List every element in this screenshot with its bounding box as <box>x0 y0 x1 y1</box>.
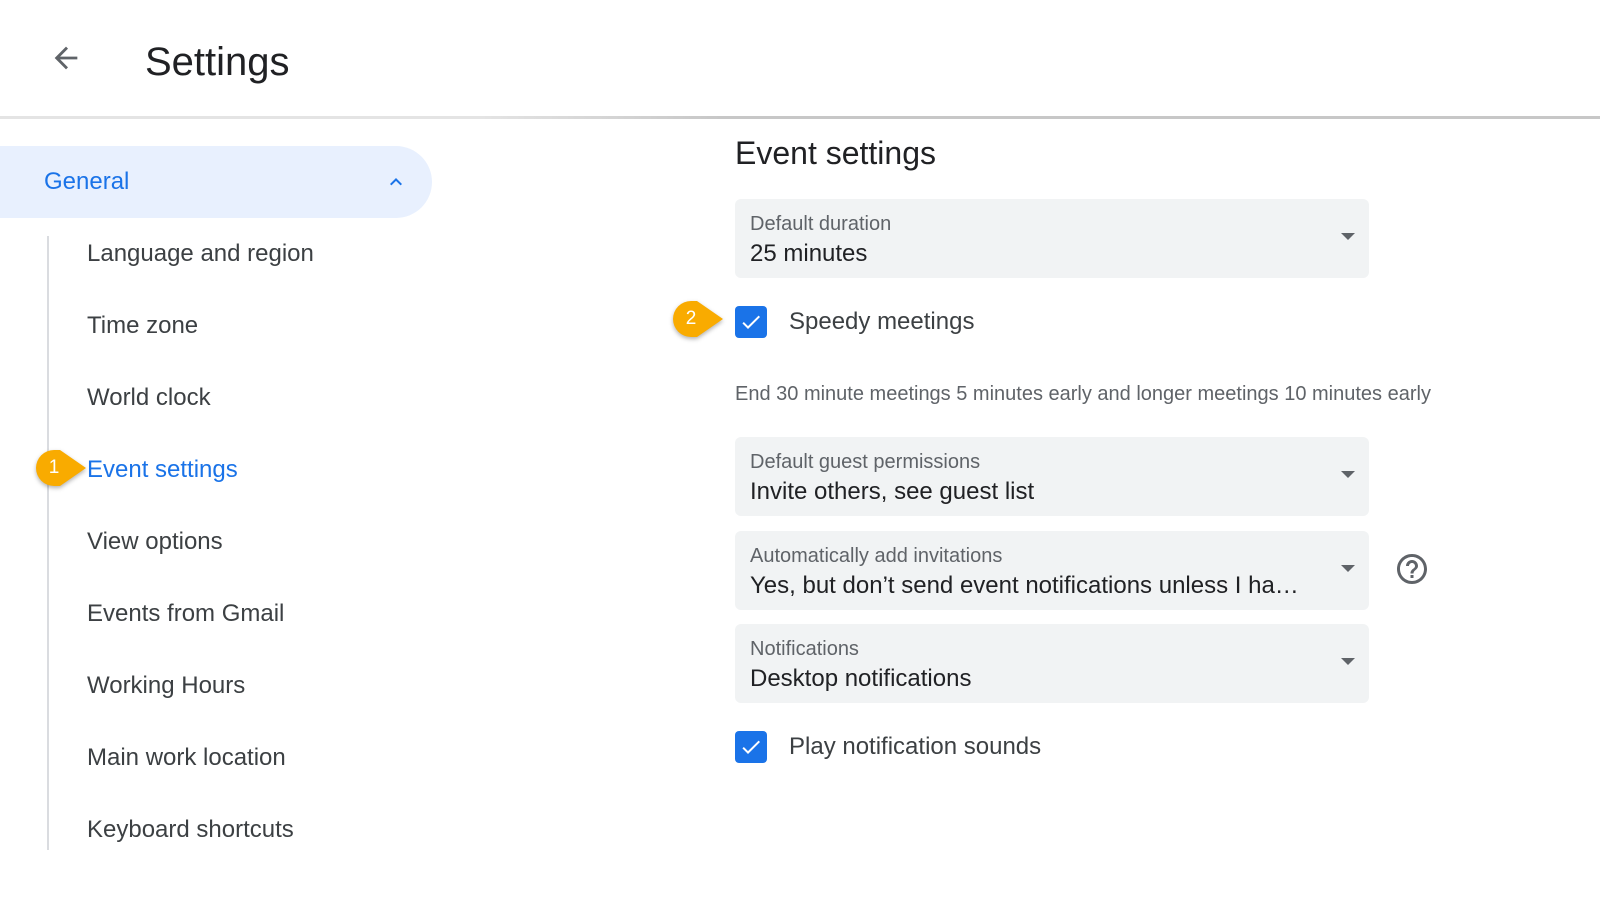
check-icon <box>742 315 760 329</box>
sidebar-item-main-work-location[interactable]: Main work location <box>87 743 286 773</box>
sidebar-item-world-clock[interactable]: World clock <box>87 383 211 413</box>
callout-number: 1 <box>48 457 60 478</box>
callout-step-1: 1 <box>36 450 86 486</box>
speedy-meetings-checkbox[interactable] <box>735 306 767 338</box>
select-label: Default guest permissions <box>750 451 981 473</box>
speedy-meetings-helper-text: End 30 minute meetings 5 minutes early a… <box>735 383 1431 405</box>
sidebar-item-keyboard-shortcuts[interactable]: Keyboard shortcuts <box>87 815 294 845</box>
sidebar-tree-line <box>47 236 49 850</box>
select-label: Default duration <box>750 213 892 235</box>
play-notification-sounds-checkbox[interactable] <box>735 731 767 763</box>
auto-add-help-button[interactable] <box>1394 551 1430 587</box>
check-icon <box>742 740 760 754</box>
select-value: 25 minutes <box>750 240 868 267</box>
sidebar-item-time-zone[interactable]: Time zone <box>87 311 198 341</box>
arrow-left-icon <box>54 46 78 70</box>
select-value: Yes, but don’t send event notifications … <box>750 572 1299 599</box>
header: Settings <box>0 0 1600 119</box>
notifications-select[interactable]: Notifications Desktop notifications <box>735 624 1369 703</box>
back-button[interactable] <box>44 36 88 80</box>
sidebar-section-label: General <box>44 168 130 195</box>
select-label: Notifications <box>750 638 859 660</box>
sidebar-item-event-settings[interactable]: Event settings <box>87 455 238 485</box>
speedy-meetings-label[interactable]: Speedy meetings <box>789 307 974 337</box>
auto-add-invitations-select[interactable]: Automatically add invitations Yes, but d… <box>735 531 1369 610</box>
play-notification-sounds-label[interactable]: Play notification sounds <box>789 732 1041 762</box>
select-value: Invite others, see guest list <box>750 478 1035 505</box>
callout-step-2: 2 <box>673 301 723 337</box>
callout-number: 2 <box>685 308 697 329</box>
dropdown-caret-icon <box>1341 471 1355 478</box>
chevron-up-icon <box>390 178 402 186</box>
dropdown-caret-icon <box>1341 658 1355 665</box>
sidebar-item-language-and-region[interactable]: Language and region <box>87 239 314 269</box>
sidebar-item-view-options[interactable]: View options <box>87 527 223 557</box>
select-label: Automatically add invitations <box>750 545 1003 567</box>
dropdown-caret-icon <box>1341 565 1355 572</box>
help-circle-icon <box>1397 554 1427 584</box>
header-divider <box>0 116 1600 119</box>
sidebar-item-working-hours[interactable]: Working Hours <box>87 671 245 701</box>
select-value: Desktop notifications <box>750 665 972 692</box>
sidebar-section-general[interactable]: General <box>0 146 432 218</box>
default-guest-permissions-select[interactable]: Default guest permissions Invite others,… <box>735 437 1369 516</box>
dropdown-caret-icon <box>1341 233 1355 240</box>
page-title: Settings <box>145 40 290 84</box>
sidebar-item-events-from-gmail[interactable]: Events from Gmail <box>87 599 284 629</box>
default-duration-select[interactable]: Default duration 25 minutes <box>735 199 1369 278</box>
section-title: Event settings <box>735 135 936 171</box>
